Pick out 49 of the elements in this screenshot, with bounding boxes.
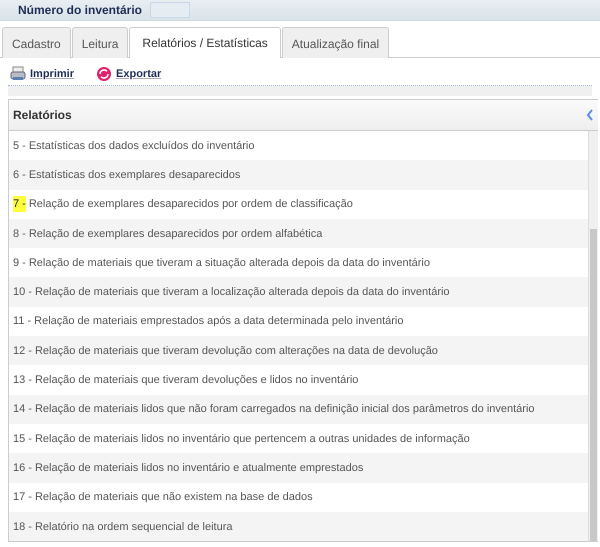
item-text: Relação de materiais que tiveram devolução com alterações na data de devolução	[34, 344, 438, 357]
report-list-item[interactable]: 6 - Estatísticas dos exemplares desaparecidos	[9, 160, 588, 190]
item-text: Relação de materiais lidos que não foram carregados na definição inicial dos parâmetros do inventário	[34, 403, 535, 416]
item-number: 7 -	[13, 196, 26, 212]
panel-title: Relatórios	[13, 108, 72, 122]
item-text: Relação de materiais que não existem na base de dados	[34, 491, 313, 504]
item-number: 8 -	[13, 226, 26, 242]
item-number: 6 -	[13, 168, 26, 183]
item-text: Relação de materiais lidos no inventário que pertencem a outras unidades de informação	[34, 432, 470, 445]
item-number: 14 -	[13, 402, 32, 418]
tab[interactable]: Cadastro	[2, 27, 71, 58]
tab[interactable]: Relatórios / Estatísticas	[129, 27, 281, 58]
inventory-number-label: Número do inventário	[18, 3, 142, 17]
toolbar-link[interactable]: Exportar	[96, 66, 162, 82]
report-list-item[interactable]: 8 - Relação de exemplares desaparecidos por ordem alfabética	[9, 218, 588, 248]
item-text: Estatísticas dos dados excluídos do inventário	[28, 140, 254, 152]
toolbar-link[interactable]: Imprimir	[10, 66, 74, 82]
item-number: 16 -	[13, 460, 32, 476]
item-number: 12 -	[13, 344, 32, 359]
item-text: Relação de exemplares desaparecidos por ordem alfabética	[28, 228, 322, 240]
collapse-icon[interactable]	[586, 109, 594, 121]
item-number: 9 -	[13, 256, 26, 271]
item-text: Relação de materiais lidos no inventário e atualmente emprestados	[34, 462, 364, 474]
item-number: 15 -	[13, 432, 32, 447]
report-list-item[interactable]: 18 - Relatório na ordem sequencial de leitura	[9, 512, 588, 542]
report-list-item[interactable]: 14 - Relação de materiais lidos que não foram carregados na definição inicial dos parâmetros do inventário	[9, 394, 588, 424]
report-list-item[interactable]: 16 - Relação de materiais lidos no inventário e atualmente emprestados	[9, 453, 588, 483]
tab[interactable]: Leitura	[72, 27, 128, 58]
item-number: 17 -	[13, 490, 32, 506]
item-text: Relação de materiais que tiveram a situação alterada depois da data do inventário	[28, 256, 430, 269]
item-number: 10 -	[13, 285, 32, 300]
item-text: Relação de materiais que tiveram a localização alterada depois da data do inventário	[34, 286, 450, 298]
tab[interactable]: Atualização final	[282, 27, 390, 58]
report-list-item[interactable]: 12 - Relação de materiais que tiveram devolução com alterações na data de devolução	[9, 336, 588, 366]
report-list-item[interactable]: 10 - Relação de materiais que tiveram a localização alterada depois da data do inventário	[9, 277, 588, 307]
scrollbar[interactable]	[588, 131, 598, 542]
item-number: 13 -	[13, 373, 32, 388]
item-number: 5 -	[13, 138, 26, 154]
export-icon	[96, 66, 112, 82]
item-text: Relação de materiais emprestados após a data determinada pelo inventário	[34, 315, 404, 328]
item-text: Relatório na ordem sequencial de leitura	[34, 520, 232, 532]
inventory-number-field[interactable]	[150, 2, 190, 18]
item-number: 18 -	[13, 520, 32, 534]
item-number: 11 -	[13, 314, 32, 330]
item-text: Estatísticas dos exemplares desaparecidos	[28, 168, 240, 181]
scrollbar-thumb[interactable]	[590, 229, 597, 542]
item-text: Relação de exemplares desaparecidos por ordem de classificação	[28, 198, 353, 210]
item-text: Relação de materiais que tiveram devoluções e lidos no inventário	[34, 374, 358, 386]
printer-icon	[10, 66, 26, 82]
